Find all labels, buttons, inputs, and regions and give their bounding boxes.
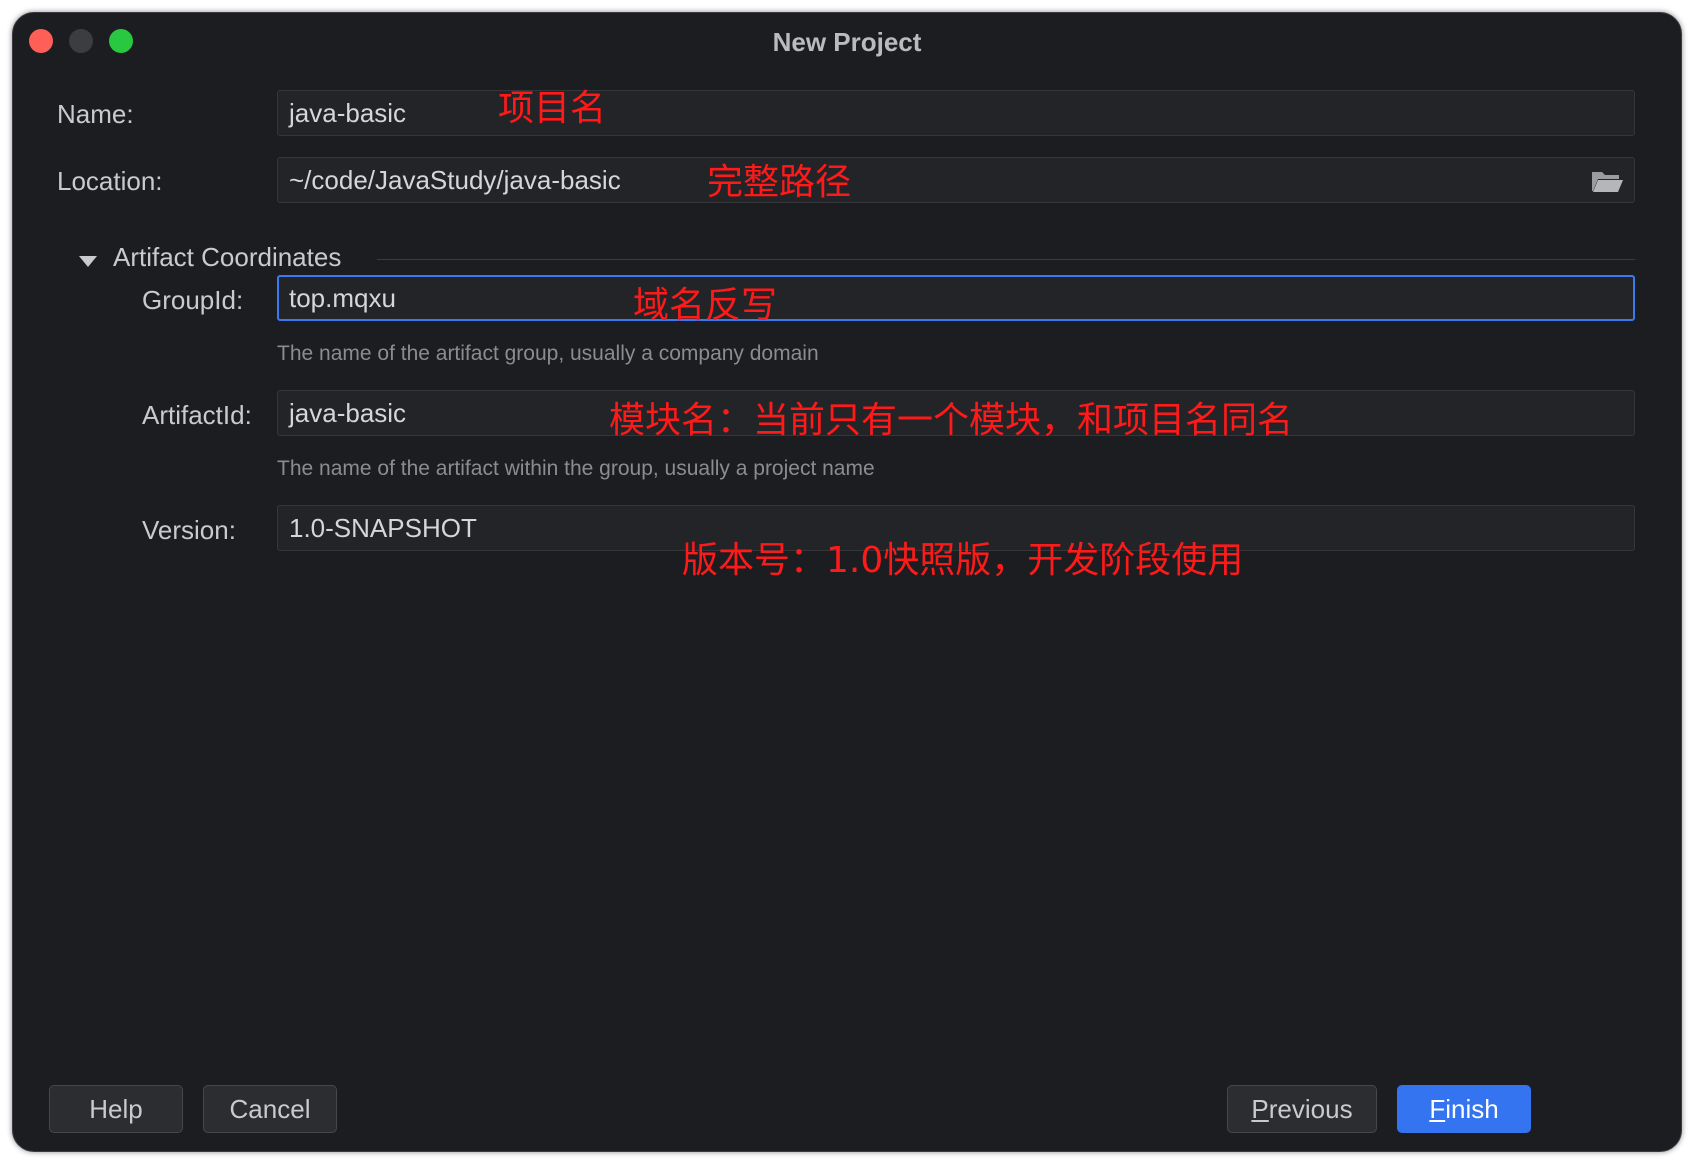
help-button[interactable]: Help: [49, 1085, 183, 1133]
group-id-input[interactable]: top.mqxu: [277, 275, 1635, 321]
artifact-id-input[interactable]: java-basic: [277, 390, 1635, 436]
finish-button[interactable]: Finish: [1397, 1085, 1531, 1133]
name-label: Name:: [57, 99, 134, 129]
finish-mnemonic: F: [1429, 1094, 1446, 1124]
artifact-id-label: ArtifactId:: [142, 400, 252, 430]
artifact-id-hint: The name of the artifact within the grou…: [277, 457, 875, 480]
previous-mnemonic: P: [1251, 1094, 1269, 1124]
previous-button[interactable]: Previous: [1227, 1085, 1377, 1133]
folder-icon[interactable]: [1590, 167, 1624, 195]
new-project-dialog: New Project Name: java-basic Location: ~…: [12, 12, 1682, 1152]
version-input[interactable]: 1.0-SNAPSHOT: [277, 505, 1635, 551]
window-title: New Project: [772, 27, 922, 57]
location-input-value: ~/code/JavaStudy/java-basic: [289, 165, 621, 195]
location-label: Location:: [57, 166, 163, 196]
section-divider: [377, 259, 1635, 260]
artifact-id-input-value: java-basic: [289, 398, 407, 428]
title-bar: New Project: [13, 13, 1681, 67]
name-input[interactable]: java-basic: [277, 90, 1635, 136]
artifact-coordinates-section[interactable]: Artifact Coordinates: [65, 239, 1635, 279]
previous-label: revious: [1268, 1094, 1353, 1124]
section-title: Artifact Coordinates: [113, 242, 342, 272]
name-input-value: java-basic: [289, 98, 407, 128]
version-input-value: 1.0-SNAPSHOT: [289, 513, 477, 543]
group-id-hint: The name of the artifact group, usually …: [277, 342, 819, 365]
location-input[interactable]: ~/code/JavaStudy/java-basic: [277, 157, 1635, 203]
cancel-button[interactable]: Cancel: [203, 1085, 337, 1133]
finish-label: inish: [1445, 1094, 1499, 1124]
triangle-down-icon[interactable]: [79, 256, 97, 267]
version-label: Version:: [142, 515, 236, 545]
group-id-label: GroupId:: [142, 285, 244, 315]
group-id-input-value: top.mqxu: [289, 283, 396, 313]
